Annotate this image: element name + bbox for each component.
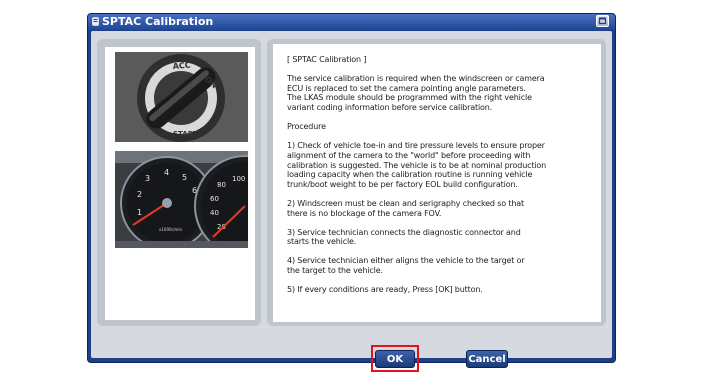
ignition-label-start: START bbox=[173, 130, 198, 138]
procedure-step: 2) Windscreen must be clean and serigrap… bbox=[287, 198, 525, 218]
instructions-box: [ SPTAC Calibration ] The service calibr… bbox=[273, 44, 601, 322]
tach-label-5: 5 bbox=[182, 173, 187, 182]
window-control-button[interactable] bbox=[596, 15, 609, 27]
calibration-dialog: SPTAC Calibration LOCK ACC ON START 2 3 … bbox=[87, 13, 616, 372]
procedure-step: 5) If every conditions are ready, Press … bbox=[287, 285, 483, 295]
window-title: SPTAC Calibration bbox=[102, 15, 214, 28]
speed-label-100: 100 bbox=[232, 175, 245, 183]
image-panel: LOCK ACC ON START 2 3 4 5 6 1 x1000r/min… bbox=[97, 39, 261, 326]
instructions-intro: The service calibration is required when… bbox=[287, 74, 545, 112]
app-icon bbox=[92, 17, 99, 26]
speed-label-80: 80 bbox=[217, 181, 226, 189]
tach-unit-label: x1000r/min bbox=[159, 227, 183, 232]
tach-label-2: 2 bbox=[137, 190, 142, 199]
tach-label-4: 4 bbox=[164, 168, 169, 177]
restore-icon bbox=[598, 17, 607, 25]
procedure-step: 3) Service technician connects the diagn… bbox=[287, 227, 521, 247]
instructions-heading: [ SPTAC Calibration ] bbox=[287, 55, 367, 64]
procedure-label: Procedure bbox=[287, 122, 326, 132]
procedure-step: 1) Check of vehicle toe-in and tire pres… bbox=[287, 141, 547, 189]
title-bar[interactable]: SPTAC Calibration bbox=[88, 14, 615, 30]
tach-label-1: 1 bbox=[137, 208, 142, 217]
speed-label-40: 40 bbox=[210, 209, 219, 217]
tach-label-3: 3 bbox=[145, 174, 150, 183]
instructions-text: [ SPTAC Calibration ] The service calibr… bbox=[287, 55, 592, 304]
ignition-label-acc: ACC bbox=[172, 60, 191, 71]
ignition-switch-photo: LOCK ACC ON START bbox=[115, 52, 248, 142]
image-panel-inner: LOCK ACC ON START 2 3 4 5 6 1 x1000r/min… bbox=[105, 47, 255, 320]
instructions-panel: [ SPTAC Calibration ] The service calibr… bbox=[267, 39, 606, 326]
instrument-cluster-photo: 2 3 4 5 6 1 x1000r/min 100 80 60 40 20 bbox=[115, 151, 248, 248]
dialog-body: LOCK ACC ON START 2 3 4 5 6 1 x1000r/min… bbox=[91, 31, 612, 372]
ok-button[interactable]: OK bbox=[375, 350, 415, 368]
cancel-button[interactable]: Cancel bbox=[466, 350, 508, 368]
speed-label-60: 60 bbox=[210, 195, 219, 203]
procedure-step: 4) Service technician either aligns the … bbox=[287, 256, 525, 276]
